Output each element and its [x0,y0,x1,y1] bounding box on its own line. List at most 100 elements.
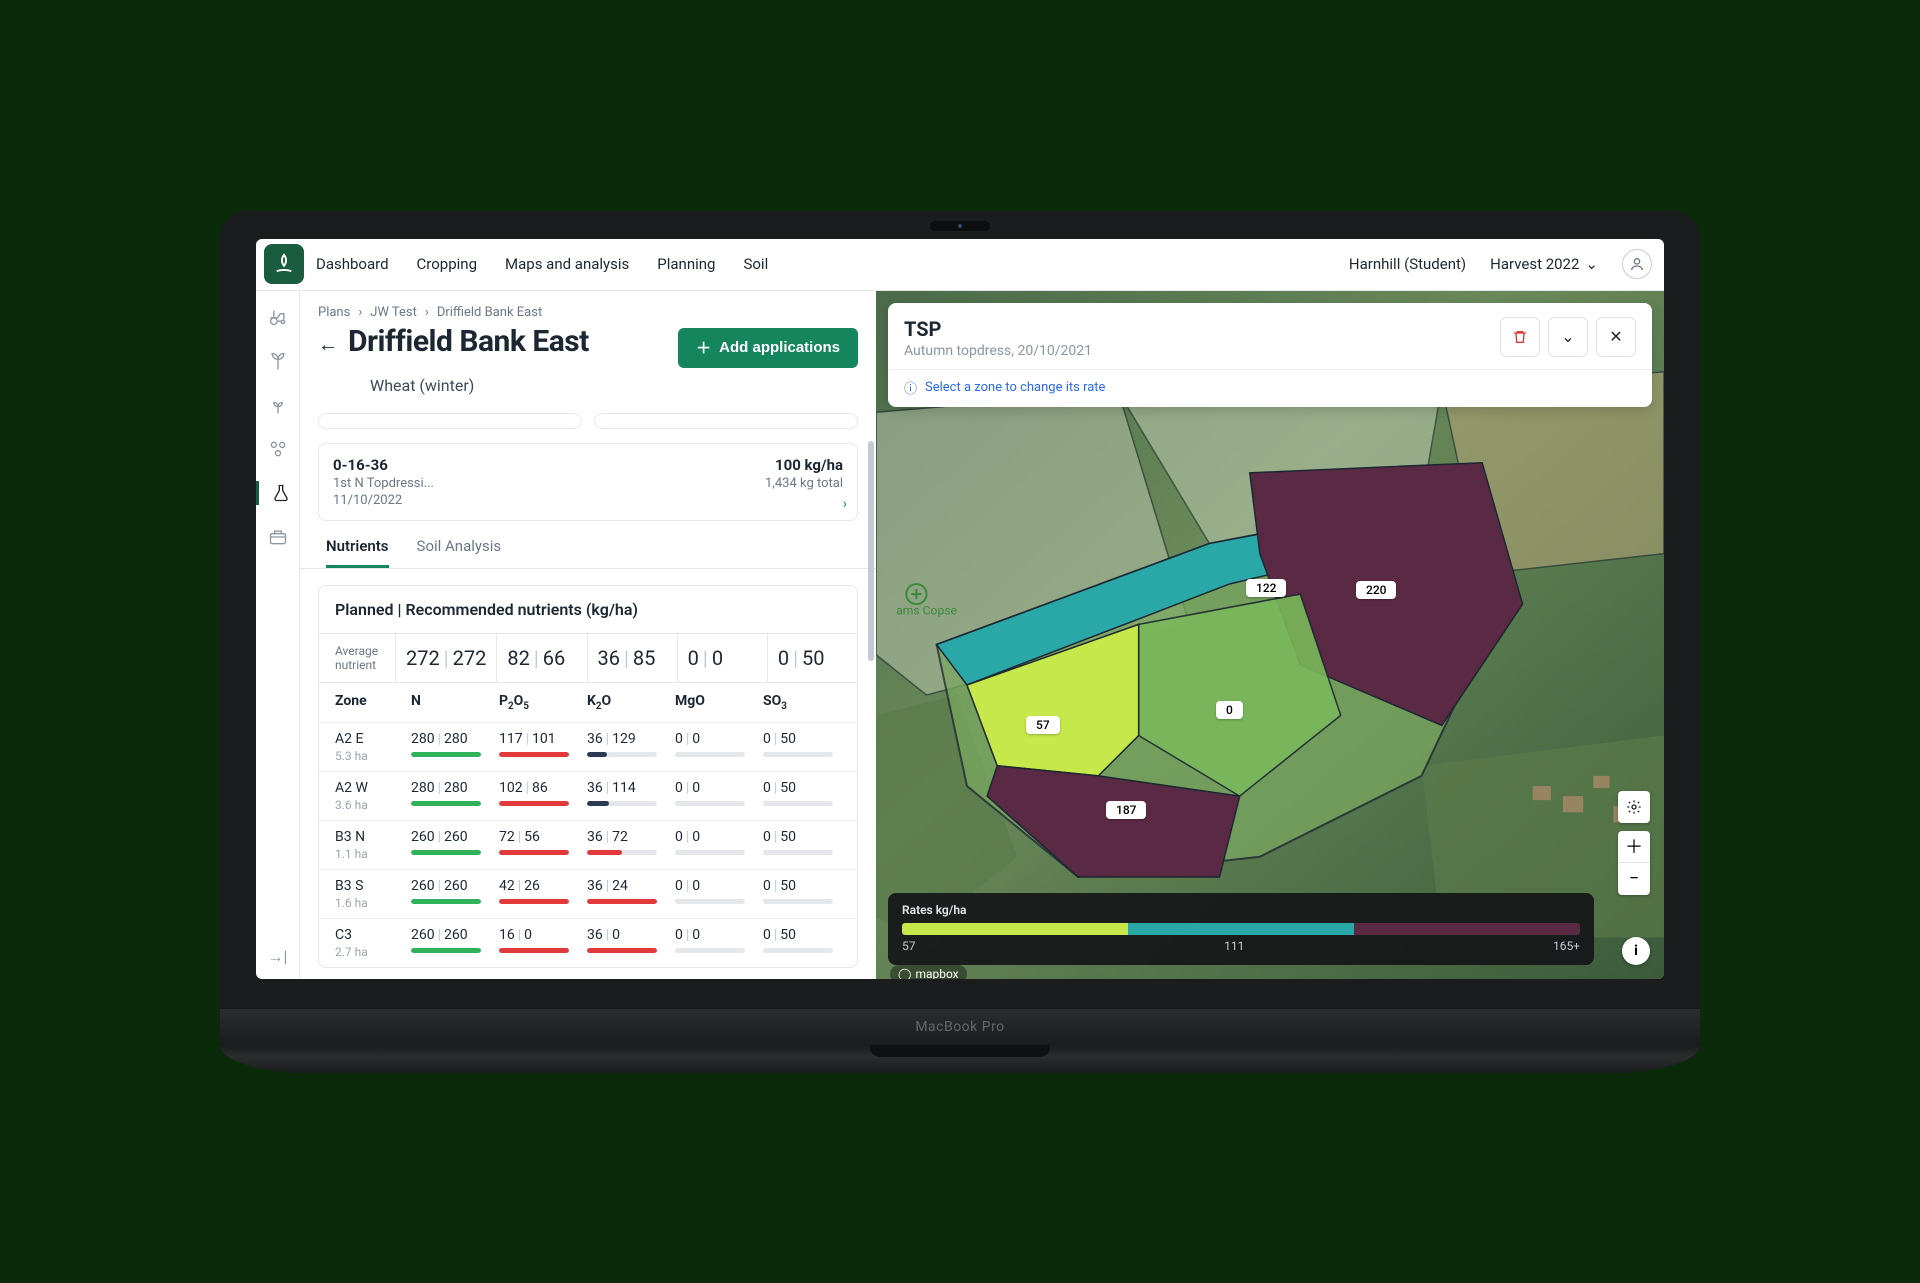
zone-name: A2 E [335,731,411,747]
nutrient-cell: 102|86 [499,780,577,806]
table-row[interactable]: B3 N1.1 ha260|26072|5636|720|00|50 [319,820,857,869]
zone-value-220[interactable]: 220 [1356,581,1396,599]
tab-nutrients[interactable]: Nutrients [326,537,389,568]
nutrient-cell: 280|280 [411,780,489,806]
laptop-hinge: MacBook Pro [220,1009,1700,1045]
breadcrumb-plans[interactable]: Plans [318,305,350,320]
map-panel[interactable]: ams Copse 122 220 0 57 187 TSP Autumn to… [876,291,1664,979]
delete-button[interactable] [1500,317,1540,357]
nutrient-table: Planned | Recommended nutrients (kg/ha) … [318,585,858,969]
back-arrow-icon[interactable]: ← [318,332,338,357]
zone-area: 5.3 ha [335,749,411,763]
col-p2o5: P2O5 [499,693,577,712]
nutrient-cell: 260|260 [411,829,489,855]
breadcrumb-current: Driffield Bank East [437,305,542,320]
account-label[interactable]: Harnhill (Student) [1349,255,1466,273]
scrollbar-thumb[interactable] [868,441,874,661]
zone-value-57[interactable]: 57 [1026,716,1060,734]
nutrient-cell: 36|114 [587,780,665,806]
table-row[interactable]: A2 W3.6 ha280|280102|8636|1140|00|50 [319,771,857,820]
map-settings-button[interactable] [1618,791,1650,823]
close-button[interactable]: ✕ [1596,317,1636,357]
zone-name: B3 N [335,829,411,845]
app-screen: Dashboard Cropping Maps and analysis Planni… [256,239,1664,979]
col-k2o: K2O [587,693,665,712]
col-mgo: MgO [675,693,753,712]
legend-segment [1354,923,1580,935]
laptop-base [220,1045,1700,1073]
zone-name: A2 W [335,780,411,796]
nav-item-cropping[interactable]: Cropping [417,255,477,273]
zone-area: 1.1 ha [335,847,411,861]
crop-subtitle: Wheat (winter) [324,376,876,403]
col-so3: SO3 [763,693,841,712]
nav-item-dashboard[interactable]: Dashboard [316,255,389,273]
collapse-button[interactable]: ⌄ [1548,317,1588,357]
nav-item-soil[interactable]: Soil [743,255,768,273]
zone-value-0[interactable]: 0 [1216,701,1243,719]
map-zoom-control: ＋ − [1618,831,1650,895]
user-avatar[interactable] [1622,249,1652,279]
map-product-subtitle: Autumn topdress, 20/10/2021 [904,343,1092,359]
rail-flask-icon[interactable] [256,481,299,505]
rail-tractor-icon[interactable] [266,305,290,329]
nutrient-cell: 0|50 [763,780,841,806]
map-info-button[interactable]: i [1622,937,1650,965]
avg-cell: 0|50 [767,634,857,683]
legend-segment [902,923,1128,935]
rail-sprout-icon[interactable] [266,393,290,417]
copse-label: ams Copse [896,603,957,617]
zoom-out-button[interactable]: − [1618,863,1650,895]
tabs: Nutrients Soil Analysis [300,521,876,569]
nutrient-cell: 16|0 [499,927,577,953]
plan-product: 0-16-36 [333,456,765,474]
zone-area: 3.6 ha [335,798,411,812]
zone-name: B3 S [335,878,411,894]
zone-area: 1.6 ha [335,896,411,910]
zone-area: 2.7 ha [335,945,411,959]
nav-item-maps-and-analysis[interactable]: Maps and analysis [505,255,629,273]
nutrient-cell: 0|50 [763,927,841,953]
nav-items: Dashboard Cropping Maps and analysis Planni… [316,255,768,273]
plan-rate: 100 kg/ha [765,456,843,474]
nav-item-planning[interactable]: Planning [657,255,715,273]
rail-seedling-icon[interactable] [266,349,290,373]
nutrient-cell: 36|129 [587,731,665,757]
nutrient-cell: 36|72 [587,829,665,855]
legend-tick: 165+ [1553,939,1580,953]
legend-tick: 111 [1224,939,1244,953]
rail-field-group-icon[interactable] [266,437,290,461]
plan-total: 1,434 kg total [765,476,843,491]
table-row[interactable]: C32.7 ha260|26016|036|00|00|50 [319,918,857,967]
zone-value-122[interactable]: 122 [1246,579,1286,597]
plan-date: 11/10/2022 [333,493,765,508]
info-icon: ⓘ [904,378,917,397]
zone-value-187[interactable]: 187 [1106,801,1146,819]
chevron-down-icon: ⌄ [1585,255,1598,273]
nutrient-cell: 0|0 [675,829,753,855]
nutrient-cell: 0|50 [763,731,841,757]
avg-cell: 272|272 [395,634,496,683]
ghost-card [594,413,858,429]
col-n: N [411,693,489,712]
map-hint-text: Select a zone to change its rate [925,380,1105,395]
table-row[interactable]: A2 E5.3 ha280|280117|10136|1290|00|50 [319,722,857,771]
table-row[interactable]: B3 S1.6 ha260|26042|2636|240|00|50 [319,869,857,918]
nutrient-cell: 260|260 [411,927,489,953]
rail-yield-icon[interactable] [266,525,290,549]
plan-card[interactable]: 0-16-36 1st N Topdressi... 11/10/2022 10… [318,443,858,521]
col-zone: Zone [335,693,411,712]
zoom-in-button[interactable]: ＋ [1618,831,1650,864]
breadcrumb-jwtest[interactable]: JW Test [370,305,417,320]
rail-expand-icon[interactable]: →| [268,947,288,979]
add-applications-button[interactable]: ＋ Add applications [678,328,858,368]
camera-notch [930,221,990,231]
nutrient-cell: 0|0 [675,731,753,757]
tab-soil-analysis[interactable]: Soil Analysis [417,537,502,568]
nutrient-cell: 0|0 [675,927,753,953]
season-selector[interactable]: Harvest 2022 ⌄ [1490,255,1598,273]
mapbox-attribution[interactable]: ◯ mapbox [890,965,967,979]
app-logo[interactable] [264,244,304,284]
nutrient-cell: 0|50 [763,829,841,855]
nutrient-cell: 42|26 [499,878,577,904]
